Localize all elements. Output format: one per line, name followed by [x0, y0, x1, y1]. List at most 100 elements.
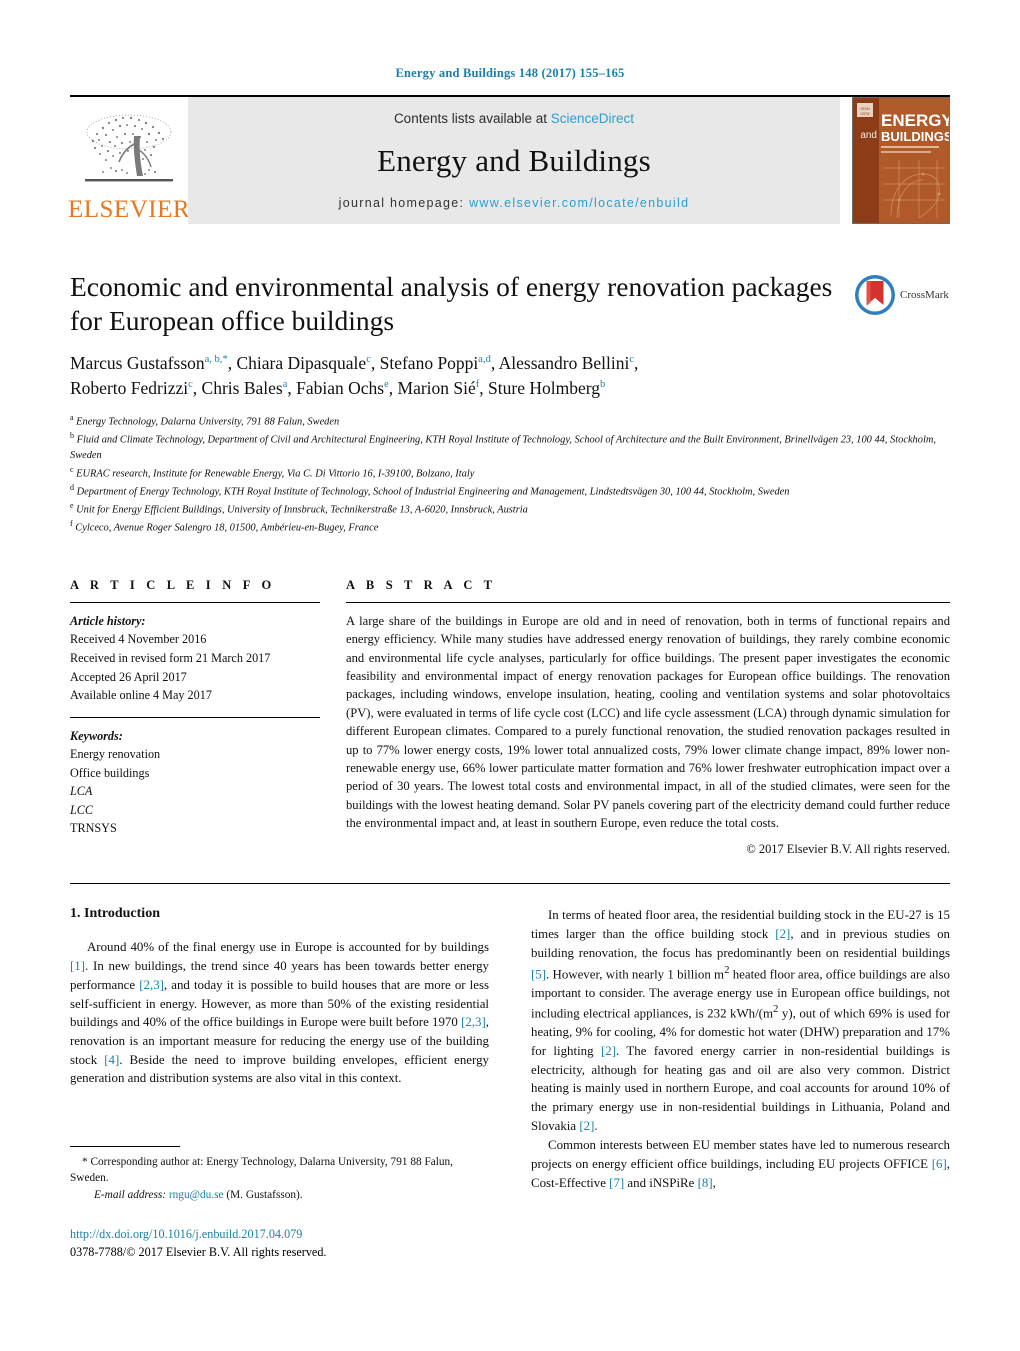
section-divider	[70, 883, 950, 885]
contents-lists-line: Contents lists available at ScienceDirec…	[394, 111, 634, 126]
introduction-heading: 1. Introduction	[70, 906, 160, 922]
citation-link[interactable]: [2,3]	[461, 1015, 486, 1029]
divider	[346, 601, 950, 603]
affiliation-mark: b	[70, 430, 74, 440]
affiliation-item: a Energy Technology, Dalarna University,…	[70, 412, 950, 430]
author-name: Marcus Gustafsson	[70, 353, 205, 374]
keyword-item: LCA	[70, 784, 93, 799]
elsevier-wordmark: ELSEVIER	[67, 196, 191, 223]
divider	[70, 601, 320, 603]
affiliation-item: c EURAC research, Institute for Renewabl…	[70, 464, 950, 482]
crossmark-icon	[855, 275, 895, 315]
paragraph-text: . Beside the need to improve building en…	[70, 1052, 489, 1086]
citation-link[interactable]: [2]	[775, 927, 790, 941]
doi-link[interactable]: http://dx.doi.org/10.1016/j.enbuild.2017…	[70, 1225, 490, 1243]
history-item: Available online 4 May 2017	[70, 688, 212, 703]
author-separator: ,	[634, 353, 639, 374]
email-link[interactable]: rngu@du.se	[169, 1189, 224, 1201]
affiliation-text: Fluid and Climate Technology, Department…	[70, 434, 936, 461]
history-item: Received in revised form 21 March 2017	[70, 651, 271, 666]
homepage-prefix: journal homepage:	[338, 196, 470, 210]
footnote-block: * Corresponding author at: Energy Techno…	[70, 1146, 490, 1262]
affiliation-text: Energy Technology, Dalarna University, 7…	[76, 416, 340, 428]
email-note: E-mail address: rngu@du.se (M. Gustafsso…	[94, 1187, 490, 1203]
affiliation-mark: a	[70, 412, 74, 422]
author-affiliation-mark: b	[600, 379, 606, 391]
email-owner: (M. Gustafsson).	[226, 1188, 303, 1201]
citation-link[interactable]: [4]	[104, 1053, 119, 1067]
crossmark-badge[interactable]: CrossMark	[854, 272, 950, 318]
paper-page: Energy and Buildings 148 (2017) 155–165	[0, 0, 1020, 1351]
author-name: , Chiara Dipasquale	[227, 353, 367, 374]
corresponding-author-text: Corresponding author at: Energy Technolo…	[70, 1156, 454, 1185]
affiliation-mark: c	[70, 464, 74, 474]
citation-link[interactable]: [1]	[70, 959, 85, 973]
abstract-copyright: © 2017 Elsevier B.V. All rights reserved…	[746, 842, 950, 857]
author-name: , Sture Holmberg	[479, 378, 601, 399]
citation-link[interactable]: [8]	[698, 1176, 713, 1190]
affiliation-text: Department of Energy Technology, KTH Roy…	[76, 486, 790, 498]
author-affiliation-mark: a, b,	[204, 354, 223, 366]
footnote-divider	[70, 1146, 180, 1147]
title-block: CrossMark Economic and environmental ana…	[70, 270, 950, 536]
author-name: , Stefano Poppi	[370, 353, 479, 374]
journal-homepage-line: journal homepage: www.elsevier.com/locat…	[339, 196, 690, 210]
masthead-center: Contents lists available at ScienceDirec…	[188, 97, 840, 224]
keyword-item: Energy renovation	[70, 747, 161, 762]
paragraph-text: .	[594, 1118, 598, 1133]
author-name: , Chris Bales	[192, 378, 283, 399]
affiliation-mark: d	[70, 482, 74, 492]
crossmark-label: CrossMark	[900, 289, 949, 301]
sciencedirect-link[interactable]: ScienceDirect	[551, 111, 634, 126]
citation-link[interactable]: [2,3]	[139, 978, 164, 992]
author-name: , Marion Sié	[388, 378, 476, 399]
affiliation-mark: e	[70, 500, 74, 510]
page-title: Economic and environmental analysis of e…	[70, 271, 833, 336]
author-name: Roberto Fedrizzi	[70, 378, 189, 399]
cover-and-word: and	[860, 130, 877, 141]
affiliation-item: b Fluid and Climate Technology, Departme…	[70, 430, 950, 464]
history-item: Accepted 26 April 2017	[70, 669, 187, 684]
contents-prefix: Contents lists available at	[393, 111, 551, 126]
abstract-text: A large share of the buildings in Europe…	[346, 613, 950, 831]
svg-text:ENERGY: ENERGY	[881, 111, 949, 130]
journal-masthead: ELSEVIER Contents lists available at Sci…	[67, 95, 950, 224]
citation-link[interactable]: [7]	[609, 1176, 624, 1190]
svg-text:BUILDINGS: BUILDINGS	[881, 129, 949, 144]
cover-artwork: ISSN 0378 and ENERGY BUILDINGS	[853, 98, 949, 223]
affiliation-text: Unit for Energy Efficient Buildings, Uni…	[76, 504, 528, 516]
issn-copyright-line: 0378-7788/© 2017 Elsevier B.V. All right…	[70, 1245, 327, 1260]
running-head: Energy and Buildings 148 (2017) 155–165	[395, 66, 625, 80]
paragraph: In terms of heated floor area, the resid…	[531, 906, 950, 1135]
abstract-heading: A B S T R A C T	[346, 577, 497, 592]
article-info-column: A R T I C L E I N F O Article history: R…	[70, 578, 320, 858]
journal-homepage-link[interactable]: www.elsevier.com/locate/enbuild	[469, 196, 689, 210]
paragraph: Common interests between EU member state…	[531, 1136, 950, 1192]
author-name: , Alessandro Bellini	[490, 353, 630, 374]
divider	[70, 716, 320, 718]
paragraph-text: and iNSPiRe	[624, 1175, 698, 1190]
keyword-item: TRNSYS	[70, 821, 117, 836]
article-history-block: Article history: Received 4 November 201…	[70, 612, 320, 705]
paragraph: Around 40% of the final energy use in Eu…	[70, 938, 489, 1088]
affiliation-list: a Energy Technology, Dalarna University,…	[70, 412, 950, 536]
keyword-item: LCC	[70, 802, 94, 817]
svg-text:0378: 0378	[861, 111, 871, 116]
corresponding-author-note: * Corresponding author at: Energy Techno…	[70, 1154, 490, 1187]
article-history-label: Article history:	[70, 613, 146, 628]
journal-cover-thumbnail: ISSN 0378 and ENERGY BUILDINGS	[852, 97, 950, 224]
keyword-item: Office buildings	[70, 765, 150, 780]
paragraph-text: ,	[712, 1175, 716, 1190]
paragraph-text: Common interests between EU member state…	[531, 1138, 950, 1172]
citation-link[interactable]: [2]	[579, 1119, 594, 1133]
elsevier-logo: ELSEVIER	[67, 97, 191, 224]
citation-link[interactable]: [6]	[932, 1157, 947, 1171]
abstract-column: A B S T R A C T A large share of the bui…	[346, 578, 950, 858]
affiliation-text: EURAC research, Institute for Renewable …	[76, 468, 475, 480]
affiliation-item: f Cylceco, Avenue Roger Salengro 18, 015…	[70, 518, 950, 536]
citation-link[interactable]: [5]	[531, 967, 546, 981]
citation-link[interactable]: [2]	[601, 1044, 616, 1058]
paragraph-text: . However, with nearly 1 billion m	[546, 966, 725, 981]
keywords-block: Keywords: Energy renovation Office build…	[70, 727, 320, 838]
history-item: Received 4 November 2016	[70, 632, 207, 647]
